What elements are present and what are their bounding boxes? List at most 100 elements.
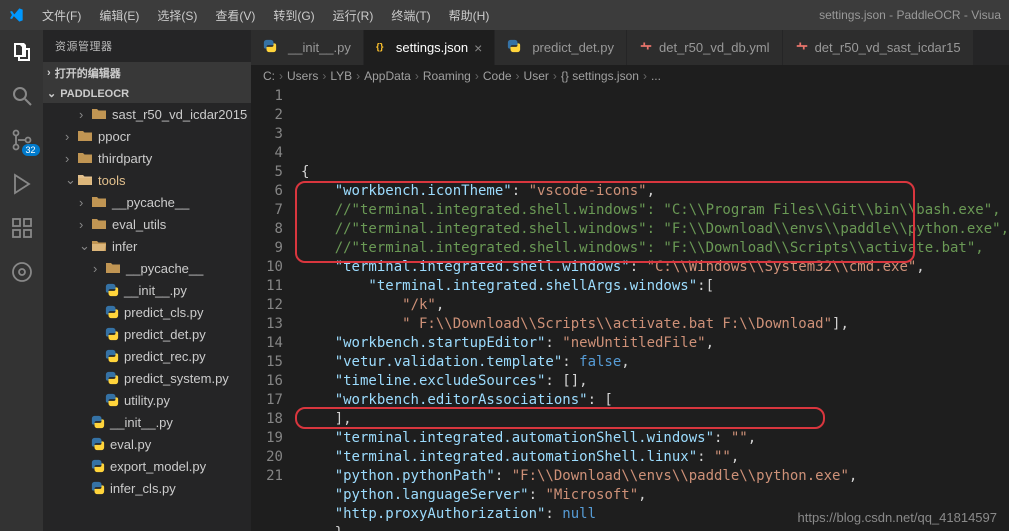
explorer-icon[interactable] — [10, 40, 34, 64]
editor-tab[interactable]: {}settings.json× — [364, 30, 495, 65]
menu-item[interactable]: 查看(V) — [207, 7, 263, 24]
scm-icon[interactable]: 32 — [10, 128, 34, 152]
project-header[interactable]: ⌄PADDLEOCR — [43, 84, 251, 103]
tree-label: sast_r50_vd_icdar2015 — [112, 107, 247, 122]
code-line[interactable]: "terminal.integrated.automationShell.win… — [301, 429, 1009, 448]
chevron-down-icon: ⌄ — [47, 87, 56, 100]
remote-icon[interactable] — [10, 260, 34, 284]
vscode-logo-icon — [8, 7, 24, 23]
tab-label: det_r50_vd_sast_icdar15 — [815, 40, 961, 55]
file-item[interactable]: predict_rec.py — [43, 345, 251, 367]
folder-item[interactable]: ⌄tools — [43, 169, 251, 191]
folder-item[interactable]: ›sast_r50_vd_icdar2015 — [43, 103, 251, 125]
breadcrumb-item[interactable]: {} settings.json — [561, 69, 639, 83]
tree-label: utility.py — [124, 393, 170, 408]
file-item[interactable]: __init__.py — [43, 411, 251, 433]
line-numbers: 123456789101112131415161718192021 — [251, 87, 301, 531]
chevron-right-icon: › — [79, 217, 91, 232]
menu-item[interactable]: 运行(R) — [325, 7, 382, 24]
file-item[interactable]: __init__.py — [43, 279, 251, 301]
breadcrumb-item[interactable]: User — [524, 69, 549, 83]
code-line[interactable]: "python.languageServer": "Microsoft", — [301, 486, 1009, 505]
code-line[interactable]: //"terminal.integrated.shell.windows": "… — [301, 201, 1009, 220]
py-file-icon — [263, 39, 282, 56]
menu-item[interactable]: 转到(G) — [265, 7, 322, 24]
folder-item[interactable]: ›thirdparty — [43, 147, 251, 169]
editor-tab[interactable]: __init__.py — [251, 30, 364, 65]
tab-label: __init__.py — [288, 40, 351, 55]
run-icon[interactable] — [10, 172, 34, 196]
folder-item[interactable]: ⌄infer — [43, 235, 251, 257]
open-editors-header[interactable]: ›打开的编辑器 — [43, 62, 251, 84]
sidebar-title: 资源管理器 — [43, 30, 251, 62]
file-item[interactable]: predict_cls.py — [43, 301, 251, 323]
code-content[interactable]: { "workbench.iconTheme": "vscode-icons",… — [301, 87, 1009, 531]
menu-item[interactable]: 编辑(E) — [91, 7, 147, 24]
extensions-icon[interactable] — [10, 216, 34, 240]
chevron-right-icon: › — [475, 69, 479, 83]
breadcrumb[interactable]: C:›Users›LYB›AppData›Roaming›Code›User›{… — [251, 65, 1009, 87]
chevron-down-icon: ⌄ — [79, 238, 91, 254]
tree-label: tools — [98, 173, 125, 188]
breadcrumb-item[interactable]: C: — [263, 69, 275, 83]
search-icon[interactable] — [10, 84, 34, 108]
chevron-right-icon: › — [553, 69, 557, 83]
tree-label: eval.py — [110, 437, 151, 452]
chevron-right-icon: › — [279, 69, 283, 83]
chevron-right-icon: › — [415, 69, 419, 83]
file-item[interactable]: infer_cls.py — [43, 477, 251, 499]
code-line[interactable]: "terminal.integrated.automationShell.lin… — [301, 448, 1009, 467]
tree-label: ppocr — [98, 129, 131, 144]
editor-tab[interactable]: predict_det.py — [495, 30, 627, 65]
file-item[interactable]: predict_system.py — [43, 367, 251, 389]
menu-item[interactable]: 选择(S) — [149, 7, 205, 24]
code-line[interactable]: ], — [301, 410, 1009, 429]
breadcrumb-item[interactable]: ... — [651, 69, 661, 83]
code-line[interactable]: "workbench.iconTheme": "vscode-icons", — [301, 182, 1009, 201]
code-line[interactable]: "timeline.excludeSources": [], — [301, 372, 1009, 391]
menu-bar: 文件(F)编辑(E)选择(S)查看(V)转到(G)运行(R)终端(T)帮助(H) — [34, 7, 497, 24]
editor-tab[interactable]: det_r50_vd_db.yml — [627, 30, 783, 65]
tab-label: det_r50_vd_db.yml — [659, 40, 770, 55]
menu-item[interactable]: 终端(T) — [383, 7, 438, 24]
breadcrumb-item[interactable]: AppData — [364, 69, 411, 83]
code-line[interactable]: "python.pythonPath": "F:\\Download\\envs… — [301, 467, 1009, 486]
menu-item[interactable]: 帮助(H) — [441, 7, 498, 24]
tree-label: __init__.py — [110, 415, 173, 430]
file-item[interactable]: predict_det.py — [43, 323, 251, 345]
folder-item[interactable]: ›eval_utils — [43, 213, 251, 235]
tab-label: predict_det.py — [532, 40, 614, 55]
tree-label: infer_cls.py — [110, 481, 176, 496]
tree-label: __pycache__ — [112, 195, 189, 210]
code-line[interactable]: "workbench.editorAssociations": [ — [301, 391, 1009, 410]
folder-item[interactable]: ›ppocr — [43, 125, 251, 147]
code-line[interactable]: "vetur.validation.template": false, — [301, 353, 1009, 372]
file-item[interactable]: export_model.py — [43, 455, 251, 477]
code-line[interactable]: " F:\\Download\\Scripts\\activate.bat F:… — [301, 315, 1009, 334]
code-line[interactable]: "/k", — [301, 296, 1009, 315]
editor-tab[interactable]: det_r50_vd_sast_icdar15 — [783, 30, 974, 65]
tree-label: predict_system.py — [124, 371, 229, 386]
chevron-right-icon: › — [47, 67, 51, 79]
editor-area: __init__.py{}settings.json×predict_det.p… — [251, 30, 1009, 531]
close-icon[interactable]: × — [474, 40, 482, 56]
menu-item[interactable]: 文件(F) — [34, 7, 89, 24]
breadcrumb-item[interactable]: Code — [483, 69, 512, 83]
tab-label: settings.json — [396, 40, 468, 55]
yml-file-icon — [639, 39, 653, 56]
code-line[interactable]: "terminal.integrated.shellArgs.windows":… — [301, 277, 1009, 296]
code-editor[interactable]: 123456789101112131415161718192021 { "wor… — [251, 87, 1009, 531]
folder-item[interactable]: ›__pycache__ — [43, 191, 251, 213]
code-line[interactable]: { — [301, 163, 1009, 182]
breadcrumb-item[interactable]: Roaming — [423, 69, 471, 83]
code-line[interactable]: "terminal.integrated.shell.windows": "C:… — [301, 258, 1009, 277]
breadcrumb-item[interactable]: Users — [287, 69, 318, 83]
window-title: settings.json - PaddleOCR - Visua — [819, 8, 1001, 22]
breadcrumb-item[interactable]: LYB — [330, 69, 352, 83]
folder-item[interactable]: ›__pycache__ — [43, 257, 251, 279]
file-item[interactable]: utility.py — [43, 389, 251, 411]
file-item[interactable]: eval.py — [43, 433, 251, 455]
code-line[interactable]: //"terminal.integrated.shell.windows": "… — [301, 239, 1009, 258]
code-line[interactable]: "workbench.startupEditor": "newUntitledF… — [301, 334, 1009, 353]
code-line[interactable]: //"terminal.integrated.shell.windows": "… — [301, 220, 1009, 239]
